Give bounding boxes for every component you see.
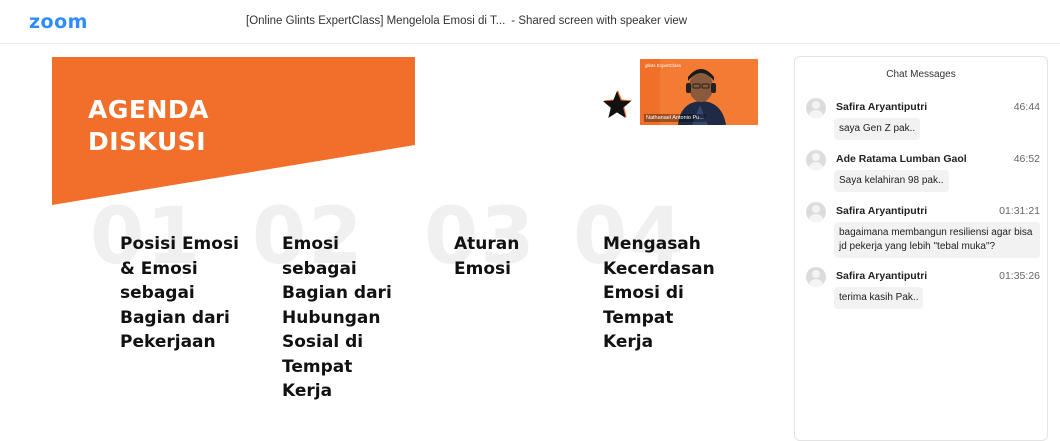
- shared-slide: AGENDA DISKUSI 01 Posisi Emosi & Emosi s…: [52, 57, 772, 437]
- video-brand: glints ExpertClass: [645, 63, 682, 68]
- agenda-text: Mengasah Kecerdasan Emosi di Tempat Kerj…: [603, 234, 715, 352]
- view-mode: - Shared screen with speaker view: [511, 15, 688, 27]
- chat-time: 01:31:21: [999, 205, 1040, 217]
- chat-sender: Safira Aryantiputri: [836, 101, 928, 113]
- avatar: [806, 267, 826, 287]
- agenda-text: Emosi sebagai Bagian dari Hubungan Sosia…: [282, 234, 392, 401]
- agenda-title-line2: DISKUSI: [88, 127, 207, 156]
- top-bar: zoom [Online Glints ExpertClass] Mengelo…: [0, 0, 1060, 44]
- zoom-logo: zoom: [29, 11, 88, 33]
- agenda-text: Aturan Emosi: [454, 234, 520, 279]
- chat-sender: Ade Ratama Lumban Gaol: [836, 153, 967, 165]
- star-icon: [603, 90, 632, 118]
- agenda-banner: AGENDA DISKUSI: [52, 57, 417, 207]
- agenda-title: AGENDA DISKUSI: [88, 94, 209, 158]
- chat-bubble: saya Gen Z pak..: [834, 118, 921, 140]
- speaker-video[interactable]: glints ExpertClass Nathanael Antonio Pu.…: [640, 59, 758, 125]
- speaker-name-label: Nathanael Antonio Pu...: [644, 114, 706, 122]
- agenda-title-line1: AGENDA: [88, 95, 209, 124]
- avatar: [806, 202, 826, 222]
- chat-bubble: terima kasih Pak..: [834, 287, 924, 309]
- avatar: [806, 150, 826, 170]
- chat-panel: Chat Messages Safira Aryantiputri 46:44 …: [794, 56, 1048, 441]
- chat-sender: Safira Aryantiputri: [836, 205, 928, 217]
- chat-sender: Safira Aryantiputri: [836, 270, 928, 282]
- avatar: [806, 98, 826, 118]
- chat-time: 01:35:26: [999, 270, 1040, 282]
- meeting-title: [Online Glints ExpertClass] Mengelola Em…: [246, 15, 506, 27]
- chat-bubble: Saya kelahiran 98 pak..: [834, 170, 949, 192]
- chat-time: 46:52: [1013, 153, 1040, 165]
- chat-bubble: bagaimana membangun resiliensi agar bisa…: [834, 222, 1040, 258]
- chat-header: Chat Messages: [886, 69, 956, 80]
- agenda-text: Posisi Emosi & Emosi sebagai Bagian dari…: [120, 234, 239, 352]
- chat-time: 46:44: [1013, 101, 1040, 113]
- meeting-title-bar: [Online Glints ExpertClass] Mengelola Em…: [246, 15, 691, 27]
